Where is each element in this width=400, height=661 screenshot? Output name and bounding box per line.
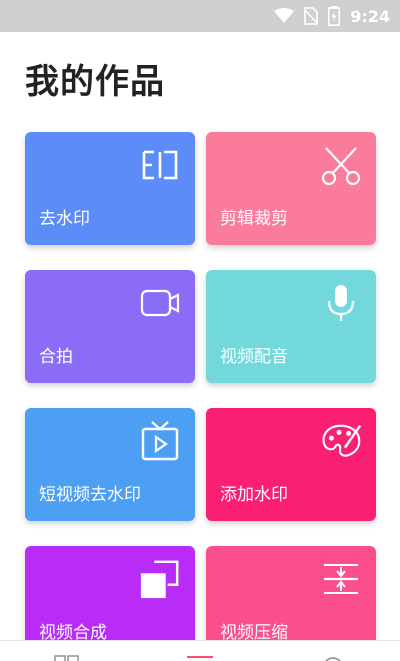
tv-play-icon [139, 420, 181, 462]
palette-icon [320, 420, 362, 462]
status-bar: 9:24 [0, 0, 400, 32]
nav-search-tab[interactable] [303, 651, 363, 661]
bottom-nav [0, 640, 400, 661]
camera-icon [139, 282, 181, 324]
battery-charging-icon [328, 6, 341, 26]
no-sim-icon [304, 7, 319, 25]
nav-home-tab[interactable] [37, 651, 97, 661]
card-label: 视频配音 [220, 347, 288, 367]
merge-squares-icon [139, 558, 181, 600]
card-label: 短视频去水印 [39, 485, 141, 505]
card-label: 添加水印 [220, 485, 288, 505]
grid-icon [53, 651, 80, 661]
card-label: 剪辑裁剪 [220, 209, 288, 229]
cut-crop-card[interactable]: 剪辑裁剪 [206, 132, 376, 245]
card-label: 合拍 [39, 347, 73, 367]
microphone-icon [320, 282, 362, 324]
search-icon [321, 651, 345, 661]
compress-icon [320, 558, 362, 600]
watermark-icon [139, 144, 181, 186]
wifi-icon [274, 8, 295, 24]
add-watermark-card[interactable]: 添加水印 [206, 408, 376, 521]
nav-works-tab[interactable] [170, 651, 230, 661]
short-video-watermark-card[interactable]: 短视频去水印 [25, 408, 195, 521]
video-dubbing-card[interactable]: 视频配音 [206, 270, 376, 383]
duet-card[interactable]: 合拍 [25, 270, 195, 383]
scissors-icon [320, 144, 362, 186]
card-label: 去水印 [39, 209, 90, 229]
status-time: 9:24 [350, 6, 390, 26]
watermark-remove-card[interactable]: 去水印 [25, 132, 195, 245]
list-icon [186, 651, 214, 661]
page-title: 我的作品 [25, 62, 165, 102]
